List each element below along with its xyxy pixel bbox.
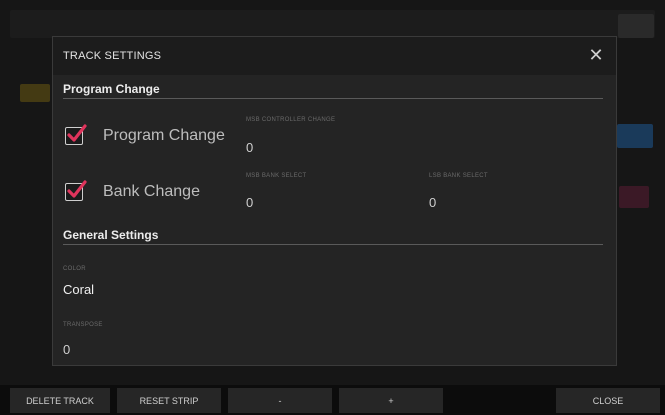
transpose-label: TRANSPOSE (63, 322, 103, 328)
msb-controller-change-label: MSB CONTROLLER CHANGE (246, 117, 336, 123)
general-settings-section-title: General Settings (63, 228, 159, 242)
program-change-checkbox[interactable] (65, 124, 87, 145)
track-settings-dialog: TRACK SETTINGS ✕ Program Change Program … (52, 36, 617, 366)
program-change-checkbox-row[interactable]: Program Change (65, 124, 225, 145)
program-change-section-title: Program Change (63, 82, 160, 96)
color-label: COLOR (63, 266, 86, 272)
msb-bank-select-value[interactable]: 0 (246, 195, 253, 210)
background-yellow-track (20, 84, 50, 102)
checkmark-icon (67, 124, 87, 142)
dialog-header: TRACK SETTINGS ✕ (53, 37, 616, 75)
background-blue-track (617, 124, 653, 148)
program-change-label: Program Change (103, 127, 225, 144)
lsb-bank-select-value[interactable]: 0 (429, 195, 436, 210)
msb-controller-change-value[interactable]: 0 (246, 140, 253, 155)
lsb-bank-select-label: LSB BANK SELECT (429, 173, 488, 179)
checkmark-icon (67, 180, 87, 198)
section-divider (63, 244, 603, 245)
minus-button[interactable]: - (228, 388, 332, 413)
section-divider (63, 98, 603, 99)
bottom-toolbar: DELETE TRACK RESET STRIP - + CLOSE (0, 385, 665, 415)
bank-change-checkbox[interactable] (65, 180, 87, 201)
background-top-bar (10, 10, 655, 38)
color-value[interactable]: Coral (63, 282, 94, 297)
plus-button[interactable]: + (339, 388, 443, 413)
close-button[interactable]: CLOSE (556, 388, 660, 413)
transpose-value[interactable]: 0 (63, 342, 70, 357)
close-icon[interactable]: ✕ (586, 45, 606, 65)
reset-strip-button[interactable]: RESET STRIP (117, 388, 221, 413)
delete-track-button[interactable]: DELETE TRACK (10, 388, 110, 413)
dialog-title: TRACK SETTINGS (63, 50, 162, 62)
msb-bank-select-label: MSB BANK SELECT (246, 173, 307, 179)
background-pink-track (619, 186, 649, 208)
bank-change-label: Bank Change (103, 183, 200, 200)
bank-change-checkbox-row[interactable]: Bank Change (65, 180, 200, 201)
background-top-right-button (618, 14, 654, 38)
